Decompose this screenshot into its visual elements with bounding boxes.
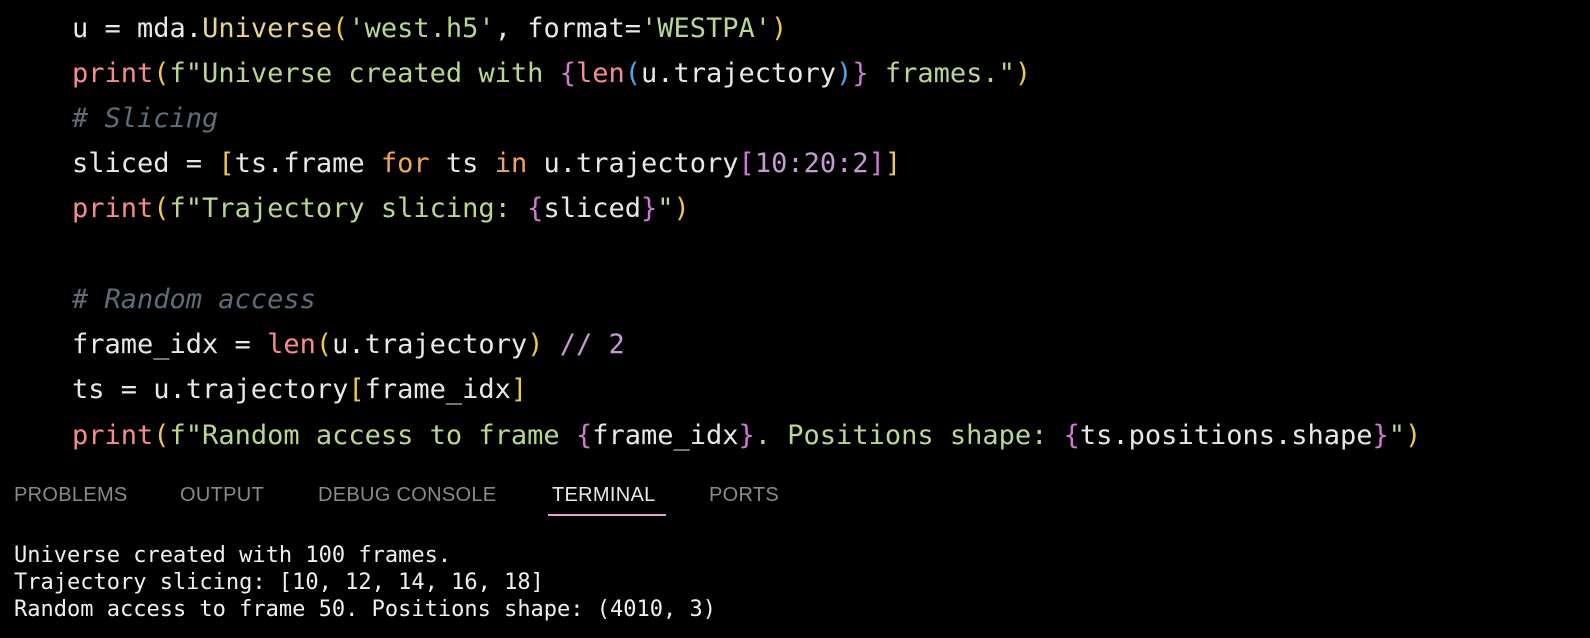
code-token: print xyxy=(72,58,154,89)
code-token: print xyxy=(72,420,154,451)
code-token: len xyxy=(267,329,316,360)
code-token: Universe xyxy=(202,13,333,44)
code-line: # Random access xyxy=(72,277,316,322)
code-token: ( xyxy=(153,193,170,224)
code-token: frame_idx xyxy=(364,374,511,405)
panel-tab-bar: PROBLEMS OUTPUT DEBUG CONSOLE TERMINAL P… xyxy=(0,474,1590,520)
code-token: ts = u.trajectory xyxy=(72,374,349,405)
code-token: ts xyxy=(429,148,495,179)
code-line: sliced = [ts.frame for ts in u.trajector… xyxy=(72,141,901,186)
code-token: frame_idx xyxy=(592,420,739,451)
code-token: f"Trajectory slicing: xyxy=(169,193,528,224)
code-token: # Slicing xyxy=(72,103,219,134)
code-token: 'WESTPA' xyxy=(641,13,772,44)
code-token: for xyxy=(380,148,430,179)
code-token: # Random access xyxy=(72,284,316,315)
code-token: [ xyxy=(218,148,235,179)
code-editor[interactable]: u = mda.Universe('west.h5', format='WEST… xyxy=(0,0,1590,470)
code-token: 'west.h5' xyxy=(348,13,495,44)
code-token: , format= xyxy=(494,13,641,44)
code-token: { xyxy=(1063,420,1080,451)
active-tab-indicator xyxy=(548,514,666,516)
code-token: } xyxy=(640,193,658,224)
code-token: f"Universe created with xyxy=(169,58,560,89)
code-token: frame_idx = xyxy=(72,329,268,360)
code-token: ) xyxy=(771,13,788,44)
code-token: } xyxy=(852,58,869,89)
code-token: sliced = xyxy=(72,148,219,179)
code-token: " xyxy=(657,193,674,224)
code-line: print(f"Universe created with {len(u.tra… xyxy=(72,51,1031,96)
code-token: u = mda xyxy=(72,13,186,44)
code-token: ( xyxy=(153,420,170,451)
code-line: ts = u.trajectory[frame_idx] xyxy=(72,367,527,412)
tab-debug-console[interactable]: DEBUG CONSOLE xyxy=(318,474,496,516)
code-token: { xyxy=(559,58,576,89)
code-line: # Slicing xyxy=(72,96,218,141)
code-token: u.trajectory xyxy=(527,148,739,179)
code-token: [ xyxy=(348,374,365,405)
code-token: ( xyxy=(153,58,170,89)
code-token: } xyxy=(1372,420,1389,451)
tab-output[interactable]: OUTPUT xyxy=(180,474,264,516)
code-token: ] xyxy=(510,374,528,405)
code-token: // xyxy=(543,329,609,360)
code-token: . Positions shape: xyxy=(754,420,1064,451)
code-token: u.trajectory xyxy=(332,329,528,360)
code-token: . xyxy=(185,13,203,44)
tab-terminal[interactable]: TERMINAL xyxy=(552,474,656,516)
code-token: ) xyxy=(1405,420,1422,451)
code-line: print(f"Trajectory slicing: {sliced}") xyxy=(72,186,690,231)
code-token: print xyxy=(72,193,154,224)
code-token: } xyxy=(738,420,755,451)
code-token: [ xyxy=(738,148,755,179)
code-token: ] xyxy=(884,148,902,179)
code-token: sliced xyxy=(543,193,641,224)
code-token: frames." xyxy=(868,58,1015,89)
code-token: ) xyxy=(673,193,690,224)
code-token: ] xyxy=(868,148,885,179)
code-token: { xyxy=(575,420,593,451)
code-token: len xyxy=(575,58,625,89)
code-token: " xyxy=(1388,420,1406,451)
code-token: ts.frame xyxy=(234,148,381,179)
code-token: ( xyxy=(624,58,641,89)
code-token: 10:20:2 xyxy=(754,148,869,179)
code-token: ( xyxy=(315,329,333,360)
code-token: { xyxy=(527,193,544,224)
code-token: f"Random access to frame xyxy=(169,420,576,451)
tab-problems[interactable]: PROBLEMS xyxy=(14,474,128,516)
terminal-line: Trajectory slicing: [10, 12, 14, 16, 18] xyxy=(14,570,544,595)
terminal-line: Universe created with 100 frames. xyxy=(14,543,452,568)
code-line: print(f"Random access to frame {frame_id… xyxy=(72,413,1421,458)
code-token: in xyxy=(494,148,528,179)
code-token: 2 xyxy=(608,329,625,360)
code-line: u = mda.Universe('west.h5', format='WEST… xyxy=(72,6,787,51)
code-token: ( xyxy=(332,13,349,44)
terminal-line: Random access to frame 50. Positions sha… xyxy=(14,597,716,622)
code-token: ) xyxy=(1014,58,1032,89)
terminal-output[interactable]: Universe created with 100 frames. Trajec… xyxy=(0,528,1590,638)
code-token: ) xyxy=(836,58,853,89)
tab-ports[interactable]: PORTS xyxy=(709,474,779,516)
code-token: ) xyxy=(527,329,544,360)
code-token: ts.positions.shape xyxy=(1079,420,1373,451)
code-token: u.trajectory xyxy=(641,58,837,89)
code-line: frame_idx = len(u.trajectory) // 2 xyxy=(72,322,625,367)
